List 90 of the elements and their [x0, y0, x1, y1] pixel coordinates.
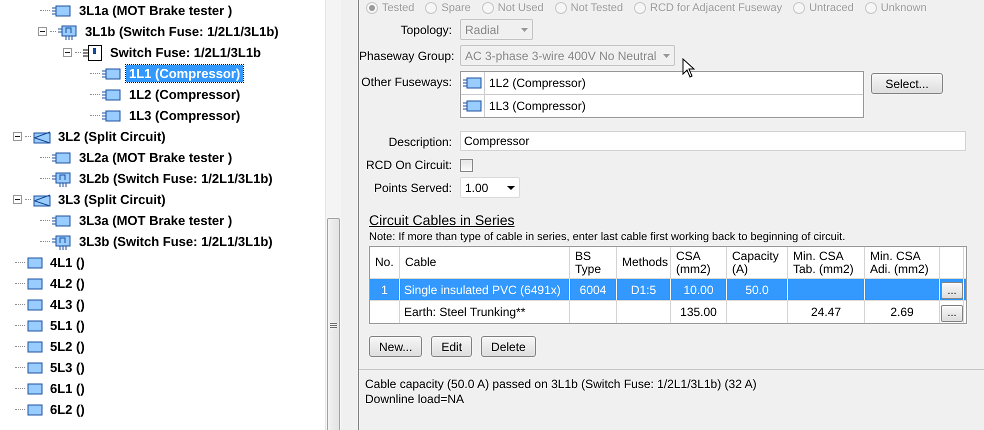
column-header: Methods [617, 247, 671, 278]
table-action-button[interactable]: New... [369, 336, 422, 357]
tree-item[interactable]: 3L2a (MOT Brake tester ) [76, 149, 236, 166]
tree-item[interactable]: 5L2 () [47, 338, 88, 355]
scrollbar-thumb[interactable] [327, 218, 340, 430]
tree-item[interactable]: 3L1b (Switch Fuse: 1/2L1/3L1b) [82, 23, 282, 40]
column-header: Min. CSA Adi. (mm2) [865, 247, 940, 278]
column-header: No. [370, 247, 400, 278]
table-cell: D1:5 [630, 282, 656, 296]
points-served-dropdown[interactable]: 1.00 [460, 177, 520, 198]
table-cell: 10.00 [683, 282, 714, 296]
collapse-toggle[interactable] [63, 48, 72, 57]
tree-item[interactable]: 1L2 (Compressor) [126, 86, 244, 103]
fuseway-icon [27, 404, 43, 416]
scrollbar[interactable] [325, 0, 341, 430]
fuseway-icon [27, 382, 43, 394]
table-cell: Earth: Steel Trunking** [404, 305, 526, 319]
field-label: Topology: [400, 22, 452, 37]
fuseway-icon [27, 256, 43, 268]
table-cell: Single insulated PVC (6491x) [404, 282, 561, 296]
field-label: Points Served: [372, 180, 452, 195]
column-header: Min. CSA Tab. (mm2) [788, 247, 865, 278]
column-header: Capacity (A) [727, 247, 788, 278]
table-row[interactable]: 1 Single insulated PVC (6491x) 6004 D1:5 10.00 50.0 ... [370, 279, 966, 301]
table-cell: 24.47 [810, 305, 842, 319]
section-heading: Circuit Cables in Series [369, 212, 516, 228]
fuseway-icon [27, 298, 43, 310]
collapse-toggle[interactable] [13, 195, 22, 204]
tree-item[interactable]: 3L3 (Split Circuit) [55, 191, 169, 208]
tree-item[interactable]: 5L3 () [47, 359, 88, 376]
tree-item[interactable]: 6L1 () [47, 380, 88, 397]
collapse-toggle[interactable] [38, 27, 47, 36]
table-action-button[interactable]: Edit [431, 336, 472, 357]
status-text: Cable capacity (50.0 A) passed on 3L1b (Switch Fuse: 1/2L1/3L1b) (32 A) [365, 377, 758, 392]
column-header: BS Type [570, 247, 617, 278]
tree-item[interactable]: 3L1a (MOT Brake tester ) [76, 2, 236, 19]
table-cell: 1 [381, 282, 388, 296]
collapse-toggle[interactable] [13, 132, 22, 141]
list-item[interactable]: 1L2 (Compressor) [485, 76, 586, 90]
fuseway-icon [52, 214, 72, 226]
fuseway-icon [102, 110, 122, 122]
note-text: Note: If more than type of cable in series, enter last cable first working back to beginning of circuit. [369, 231, 846, 243]
split-circuit-icon [33, 192, 51, 206]
fuseway-icon [27, 362, 43, 374]
tree-item[interactable]: 4L3 () [47, 296, 88, 313]
tree-item[interactable]: 4L1 () [47, 254, 88, 271]
dropdown-arrow-icon [521, 28, 528, 32]
dropdown-arrow-icon [507, 186, 515, 190]
tree-item[interactable]: 1L3 (Compressor) [126, 107, 244, 124]
table-cell: 50.0 [745, 282, 769, 296]
field-label: Phaseway Group: [359, 48, 452, 63]
fuseway-icon [102, 68, 122, 80]
tree-item[interactable]: 5L1 () [47, 317, 88, 334]
tree-item[interactable]: 6L2 () [47, 401, 88, 418]
table-action-button[interactable]: Delete [481, 336, 536, 357]
tree-item[interactable]: 3L2b (Switch Fuse: 1/2L1/3L1b) [76, 170, 276, 187]
tree-item[interactable]: 3L3a (MOT Brake tester ) [76, 212, 236, 229]
switch-fuse-icon [83, 44, 103, 60]
switch-fuseway-icon [52, 170, 72, 186]
table-cell: 135.00 [680, 305, 717, 319]
table-cell: 2.69 [890, 305, 914, 319]
fuseway-icon [27, 340, 43, 352]
status-text: Downline load=NA [365, 392, 466, 407]
fuseway-icon [52, 4, 72, 16]
fuseway-icon [52, 152, 72, 164]
field-label: RCD On Circuit: [364, 157, 452, 172]
description-field[interactable]: Compressor [460, 131, 966, 151]
table-cell: 6004 [580, 282, 606, 296]
select-button[interactable]: Select... [871, 73, 943, 94]
fuseway-icon [462, 77, 482, 89]
field-label: Other Fuseways: [360, 74, 452, 89]
fuseway-icon [102, 88, 122, 100]
fuseway-icon [27, 278, 43, 290]
split-circuit-icon [33, 130, 51, 144]
fuseway-icon [27, 320, 43, 332]
list-item[interactable]: 1L3 (Compressor) [485, 99, 586, 113]
rcd-checkbox[interactable] [460, 159, 473, 172]
field-label: Description: [388, 134, 452, 149]
tree-item[interactable]: Switch Fuse: 1/2L1/3L1b [107, 44, 264, 61]
switch-fuseway-icon [58, 24, 78, 40]
row-options-button[interactable]: ... [941, 282, 963, 299]
tree-item[interactable]: 3L2 (Split Circuit) [55, 128, 169, 145]
dropdown-arrow-icon [663, 54, 670, 58]
tree-item[interactable]: 4L2 () [47, 275, 88, 292]
switch-fuseway-icon [52, 234, 72, 250]
column-header: CSA (mm2) [671, 247, 727, 278]
tree-item[interactable]: 3L3b (Switch Fuse: 1/2L1/3L1b) [76, 233, 276, 250]
row-options-button[interactable]: ... [941, 304, 963, 322]
column-header: Cable [400, 247, 570, 278]
fuseway-icon [462, 100, 482, 112]
